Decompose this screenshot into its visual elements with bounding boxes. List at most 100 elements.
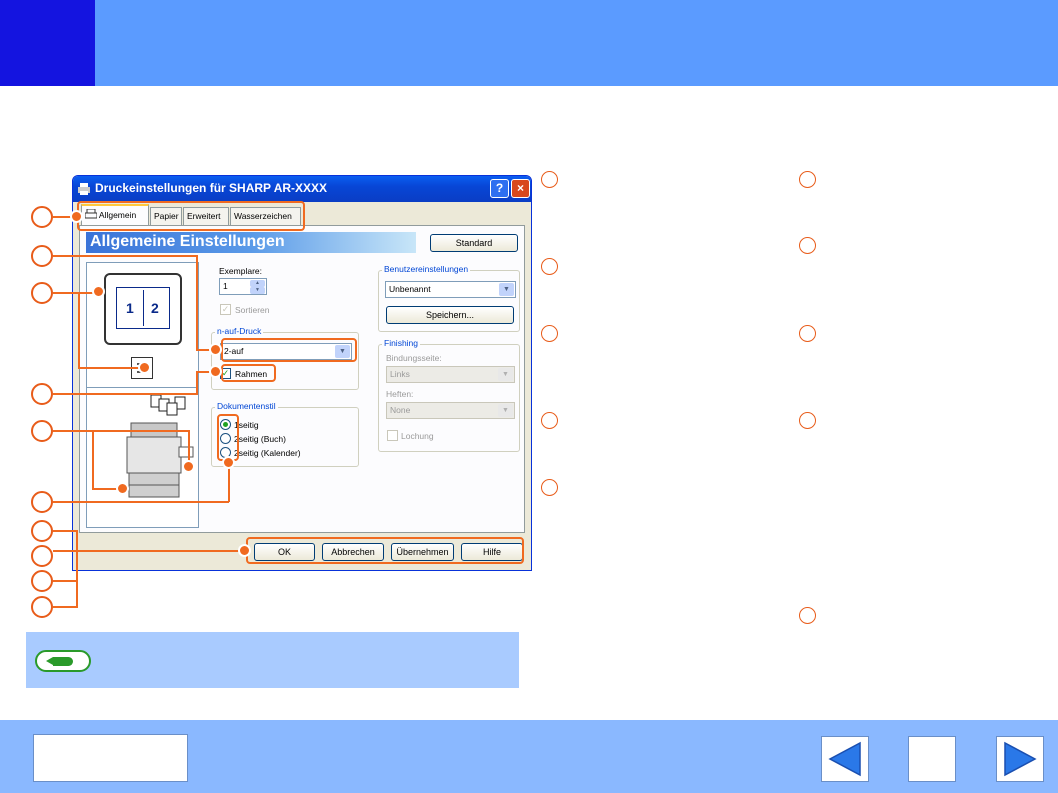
callout-marker: [31, 420, 53, 442]
connector: [76, 530, 78, 608]
contents-button[interactable]: [33, 734, 188, 782]
left-arrow-icon: [828, 741, 861, 777]
page-number: 2: [151, 300, 159, 316]
connector: [53, 606, 77, 608]
connector: [53, 292, 94, 294]
header-accent: [0, 0, 95, 86]
spin-down-icon[interactable]: ▼: [250, 287, 265, 294]
user-settings-title: Benutzereinstellungen: [382, 264, 471, 274]
collate-label: Sortieren: [235, 305, 270, 315]
callout-dot: [92, 285, 105, 298]
user-settings-select[interactable]: Unbenannt ▼: [385, 281, 516, 298]
connector: [53, 530, 77, 532]
prev-page-button[interactable]: [821, 736, 869, 782]
callout-marker: [31, 596, 53, 618]
callout-marker: [31, 206, 53, 228]
callout-dot: [222, 456, 235, 469]
docstyle-highlight: [217, 414, 239, 461]
list-marker: [541, 412, 558, 429]
connector: [92, 488, 118, 490]
list-marker: [799, 325, 816, 342]
callout-marker: [31, 570, 53, 592]
callout-dot: [209, 365, 222, 378]
chevron-down-icon: ▼: [498, 368, 513, 381]
finishing-title: Finishing: [382, 338, 421, 348]
callout-marker: [31, 282, 53, 304]
connector: [53, 430, 189, 432]
chevron-down-icon: ▼: [498, 404, 513, 417]
copies-label: Exemplare:: [219, 266, 262, 276]
user-settings-value: Unbenannt: [389, 284, 431, 294]
connector: [53, 255, 197, 257]
punch-label: Lochung: [401, 431, 434, 441]
list-marker: [541, 325, 558, 342]
pencil-tip: [46, 657, 53, 665]
save-settings-button[interactable]: Speichern...: [386, 306, 514, 324]
standard-button[interactable]: Standard: [430, 234, 518, 252]
punch-checkbox[interactable]: [387, 430, 398, 441]
note-box: [26, 632, 519, 688]
connector: [78, 292, 80, 368]
nup-preview: 1 2: [104, 273, 182, 345]
preview-separator: [87, 387, 198, 388]
callout-marker: [31, 383, 53, 405]
list-marker: [541, 479, 558, 496]
spin-up-icon[interactable]: ▲: [250, 280, 265, 287]
pencil-icon: [35, 650, 91, 672]
callout-marker: [31, 491, 53, 513]
connector: [78, 367, 140, 369]
dialog-title: Druckeinstellungen für SHARP AR-XXXX: [95, 181, 328, 195]
page-divider: [143, 290, 144, 326]
copies-value: 1: [223, 281, 228, 291]
page-number: 1: [126, 300, 134, 316]
connector: [53, 501, 229, 503]
callout-dot: [70, 210, 83, 223]
banner: Allgemeine Einstellungen: [86, 232, 416, 253]
printer-icon: [78, 183, 90, 195]
connector: [196, 255, 198, 350]
staple-value: None: [390, 405, 411, 415]
list-marker: [799, 237, 816, 254]
staple-label: Heften:: [386, 389, 414, 399]
binding-label: Bindungsseite:: [386, 353, 442, 363]
dialog-titlebar: Druckeinstellungen für SHARP AR-XXXX ? ×: [73, 176, 531, 202]
radio-label: 2seitig (Kalender): [234, 448, 301, 458]
next-page-button[interactable]: [996, 736, 1044, 782]
tabs-highlight: [77, 201, 305, 231]
collate-checkbox[interactable]: ✓: [220, 304, 231, 315]
close-button[interactable]: ×: [511, 179, 530, 198]
callout-marker: [31, 545, 53, 567]
banner-title: Allgemeine Einstellungen: [90, 233, 285, 250]
connector: [53, 580, 77, 582]
home-button[interactable]: [908, 736, 956, 782]
callout-dot: [138, 361, 151, 374]
callout-marker: [31, 245, 53, 267]
nup-highlight: [221, 338, 357, 362]
document-style-title: Dokumentenstil: [215, 401, 278, 411]
pencil-body: [53, 657, 73, 666]
connector: [196, 371, 198, 395]
footer-highlight: [246, 537, 524, 564]
copies-spinner[interactable]: 1 ▲ ▼: [219, 278, 267, 295]
callout-dot: [238, 544, 251, 557]
connector: [53, 550, 243, 552]
list-marker: [799, 171, 816, 188]
binding-value: Links: [390, 369, 410, 379]
tab-panel-allgemein: Allgemeine Einstellungen Standard 1 2 Ex…: [79, 225, 525, 533]
staple-select[interactable]: None ▼: [386, 402, 515, 419]
nup-page: 1 2: [116, 287, 170, 329]
copier-icon: [126, 394, 194, 498]
callout-dot: [209, 343, 222, 356]
list-marker: [541, 171, 558, 188]
binding-select[interactable]: Links ▼: [386, 366, 515, 383]
help-button[interactable]: ?: [490, 179, 509, 198]
connector: [53, 393, 197, 395]
list-marker: [541, 258, 558, 275]
border-highlight: [221, 364, 276, 382]
connector: [92, 430, 94, 490]
list-marker: [799, 412, 816, 429]
right-arrow-icon: [1004, 741, 1037, 777]
nup-group-title: n-auf-Druck: [215, 326, 264, 336]
callout-dot: [116, 482, 129, 495]
list-marker: [799, 607, 816, 624]
